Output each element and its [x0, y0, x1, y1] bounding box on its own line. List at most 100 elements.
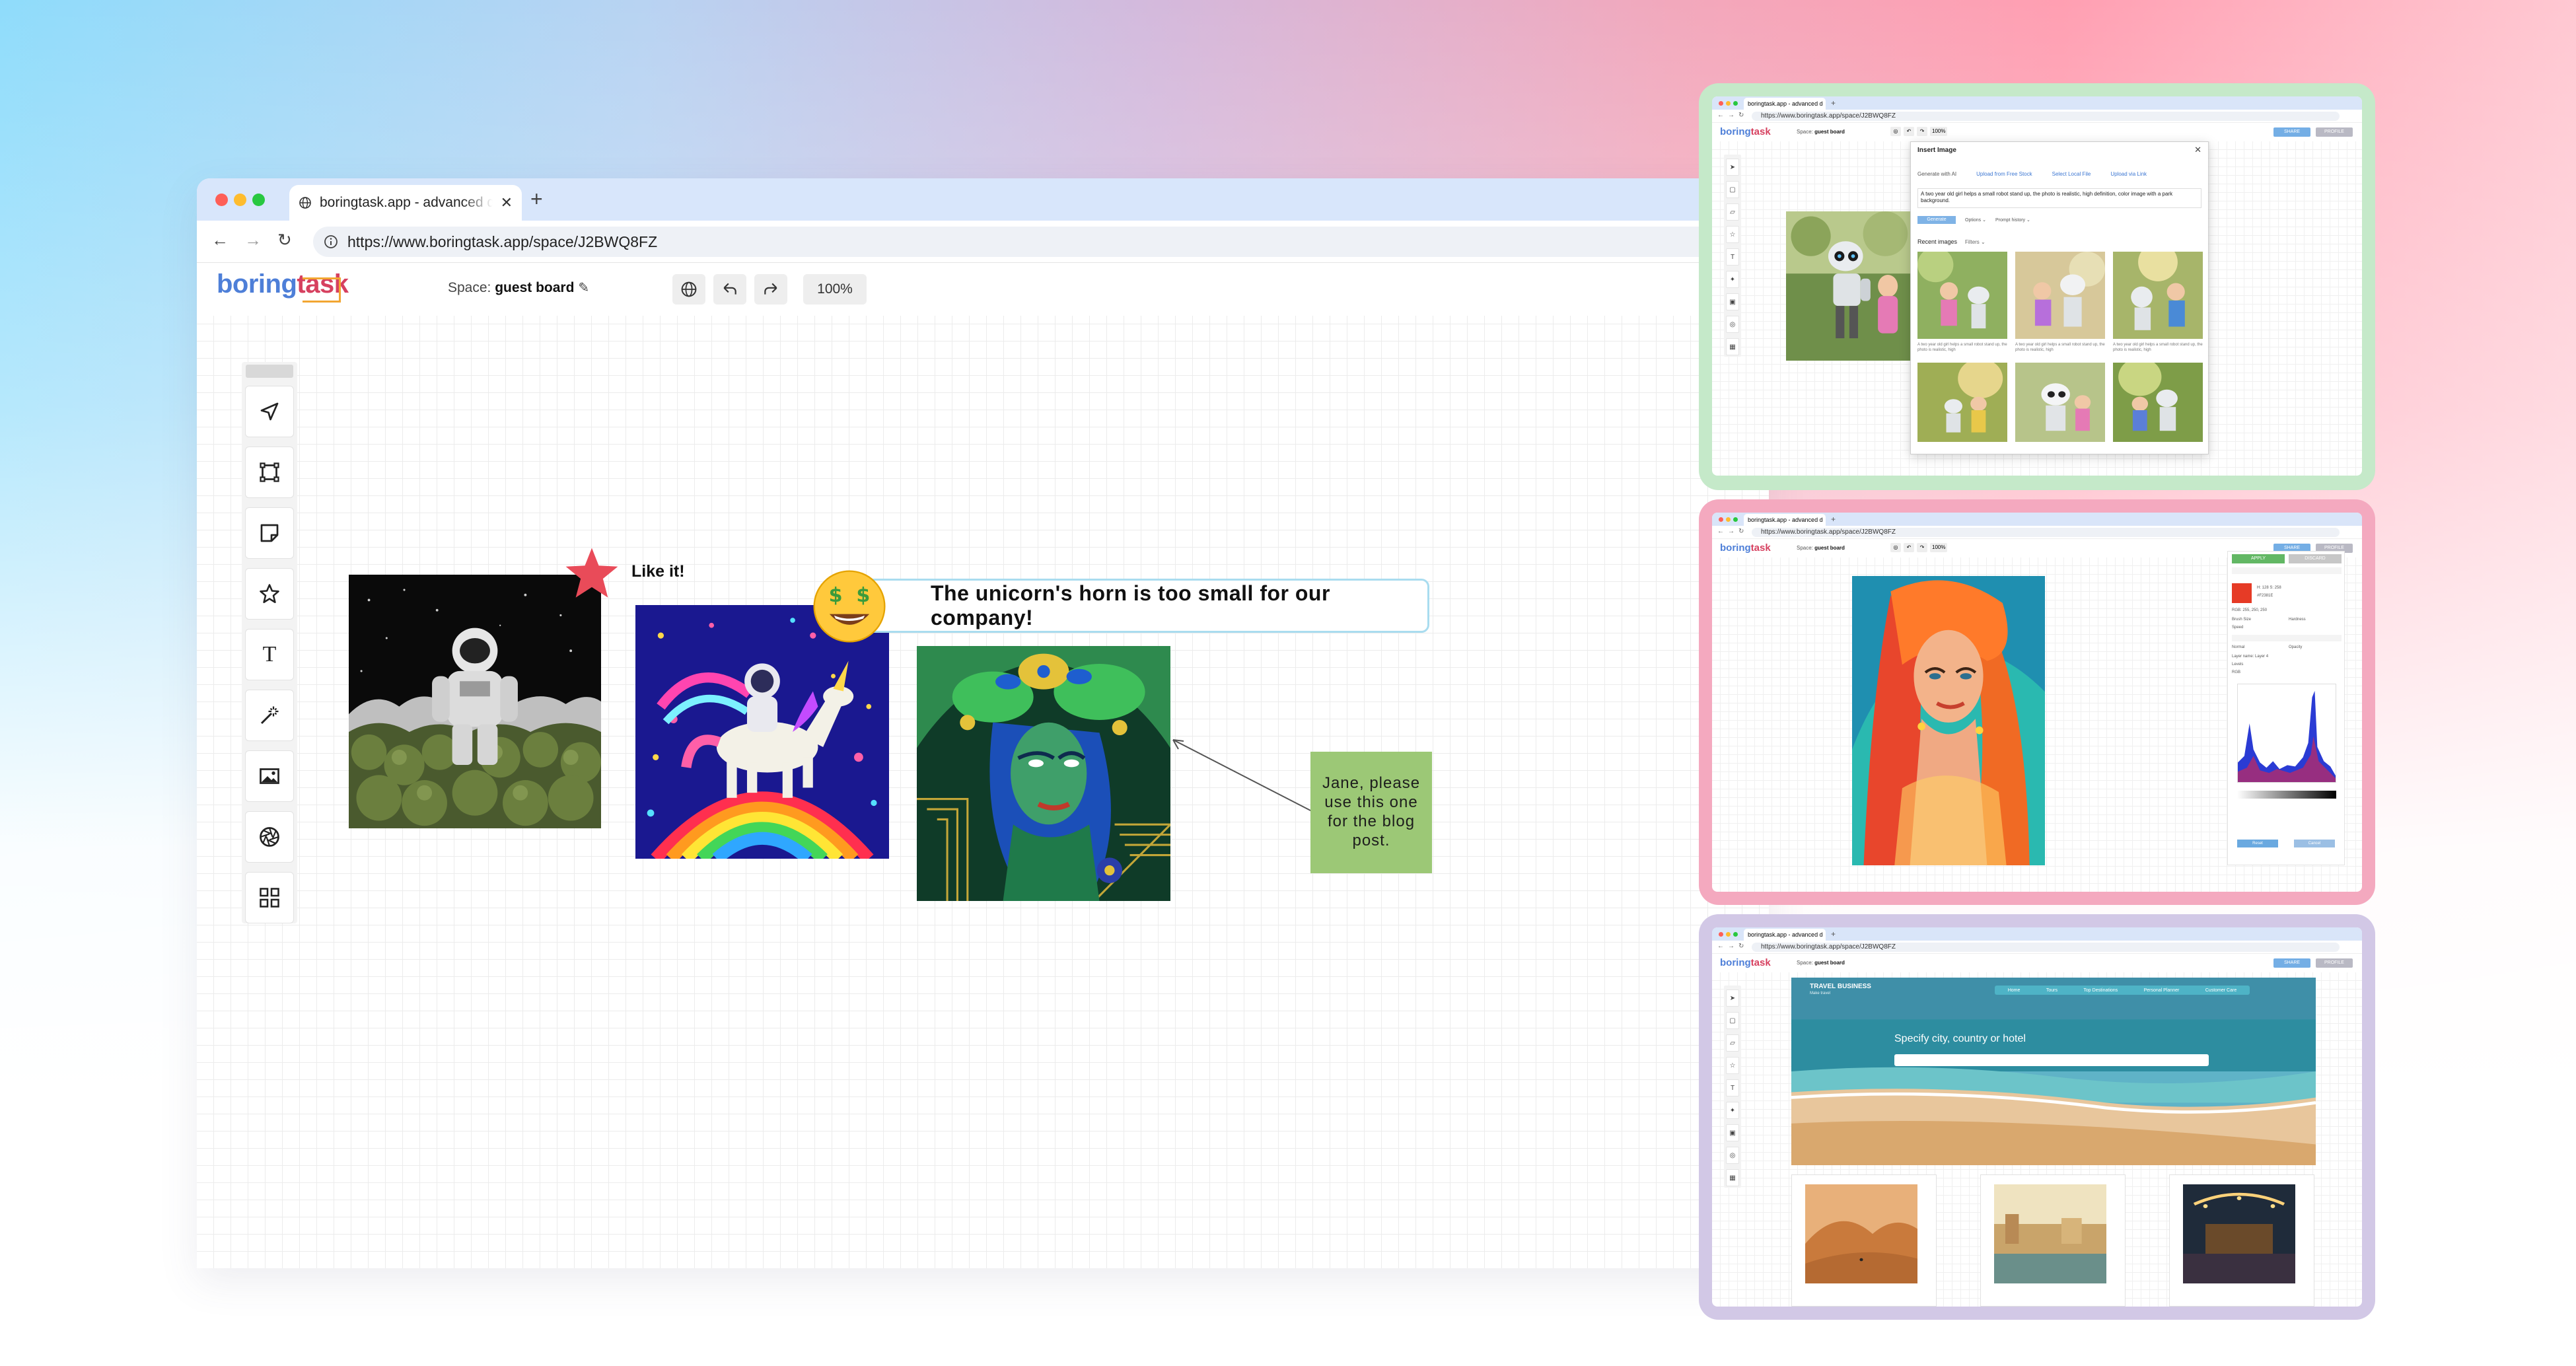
mini-new-tab: +	[1831, 98, 1836, 108]
mini-logo: boringtask	[1720, 957, 1771, 968]
apply-button: APPLY	[2232, 554, 2285, 563]
new-tab-button[interactable]: +	[530, 188, 543, 210]
window-close-dot[interactable]	[215, 194, 228, 206]
svg-text:$: $	[856, 584, 870, 607]
grid-layout-icon	[260, 888, 279, 908]
preview-card-image-editor: boringtask.app - advanced d + ←→↻ https:…	[1699, 499, 2375, 905]
shape-tool-button[interactable]	[245, 568, 294, 620]
mini-browser: boringtask.app - advanced d + ←→↻ https:…	[1712, 927, 2362, 1307]
toolbar-drag-handle[interactable]	[246, 365, 293, 378]
prompt-history-dropdown: Prompt history ⌄	[1995, 218, 2030, 223]
redo-icon	[764, 283, 777, 295]
tab-via-link: Upload via Link	[2110, 171, 2147, 177]
mini-header-buttons: ◎ ↶ ↷ 100%	[1890, 127, 1948, 136]
recent-images-heading: Recent images Filters ⌄	[1917, 238, 1986, 245]
mini-browser: boringtask.app - advanced d + ←→↻ https:…	[1712, 513, 2362, 892]
aperture-icon	[260, 827, 279, 847]
mini-tab-title: boringtask.app - advanced d	[1744, 514, 1826, 526]
mini-toolbar: ➤ ▢ ▱ ☆ T ✦ ▣ ◎ ▦	[1724, 155, 1741, 357]
hsl-readout: H: 128 S: 258	[2257, 586, 2281, 590]
travel-search-input	[1894, 1054, 2209, 1066]
magic-wand-tool-button[interactable]	[245, 690, 294, 741]
options-dropdown: Options ⌄	[1965, 218, 1986, 223]
mini-profile-button: PROFILE	[2316, 127, 2353, 137]
cancel-button: Cancel	[2294, 840, 2335, 847]
recent-thumb	[2015, 363, 2105, 442]
red-hair-woman-image	[1852, 576, 2045, 865]
tab-generate-ai: Generate with AI	[1917, 171, 1957, 177]
main-browser-window: boringtask.app - advanced d ✕ + ← → ↻ ht…	[197, 178, 1769, 1268]
rgb-readout: RGB: 255, 250, 250	[2232, 608, 2268, 612]
recent-thumb	[2015, 252, 2105, 339]
tab-strip: boringtask.app - advanced d ✕ +	[197, 178, 1769, 221]
star-annotation-icon[interactable]	[560, 544, 624, 604]
mini-canvas: APPLY DISCARD H: 128 S: 258 #F2381E RGB:…	[1712, 551, 2362, 892]
svg-text:$: $	[829, 584, 843, 607]
url-field[interactable]: https://www.boringtask.app/space/J2BWQ8F…	[313, 227, 1769, 257]
cursor-arrow-icon	[260, 402, 279, 421]
forward-arrow-icon[interactable]: →	[244, 230, 262, 250]
image-tool-button[interactable]	[245, 750, 294, 802]
reload-icon[interactable]: ↻	[277, 230, 292, 250]
levels-gradient	[2237, 791, 2336, 799]
whiteboard-canvas[interactable]: T Like it! The unicorn's horn is too sma…	[197, 316, 1769, 1268]
back-arrow-icon[interactable]: ←	[211, 230, 229, 250]
browser-tab[interactable]: boringtask.app - advanced d ✕	[289, 185, 522, 221]
like-it-label[interactable]: Like it!	[631, 562, 685, 581]
dialog-title: Insert Image	[1917, 147, 1956, 154]
frame-tool-button[interactable]	[245, 447, 294, 498]
destination-card	[1791, 1174, 1937, 1307]
dialog-tabs: Generate with AI Upload from Free Stock …	[1917, 171, 2147, 177]
sticky-note[interactable]: Jane, please use this one for the blog p…	[1310, 752, 1432, 873]
travel-nav: Home Tours Top Destinations Personal Pla…	[1995, 986, 2250, 995]
travel-hero: TRAVEL BUSINESS Make travel Home Tours T…	[1791, 978, 2316, 1165]
destination-card	[2169, 1174, 2314, 1307]
window-minimize-dot[interactable]	[234, 194, 246, 206]
text-icon: T	[262, 642, 277, 666]
select-tool-button[interactable]	[245, 386, 294, 437]
mini-tab-title: boringtask.app - advanced d	[1744, 98, 1826, 110]
destination-card	[1980, 1174, 2126, 1307]
sticky-note-tool-button[interactable]	[245, 507, 294, 559]
generate-button: Generate	[1917, 216, 1956, 224]
editor-panel: APPLY DISCARD H: 128 S: 258 #F2381E RGB:…	[2227, 551, 2345, 865]
globe-icon	[299, 197, 311, 209]
comment-bubble[interactable]: The unicorn's horn is too small for our …	[865, 579, 1429, 633]
layout-tool-button[interactable]	[245, 872, 294, 923]
recent-thumb	[1917, 363, 2007, 442]
mini-canvas: ➤ ▢ ▱ ☆ T ✦ ▣ ◎ ▦ TRAVEL BUSINESS Make travel Ho…	[1712, 972, 2362, 1307]
travel-brand: TRAVEL BUSINESS	[1810, 983, 1871, 990]
insert-image-dialog: Insert Image ✕ Generate with AI Upload f…	[1910, 141, 2209, 454]
sticky-note-icon	[260, 524, 279, 542]
edit-icon[interactable]: ✎	[578, 281, 589, 295]
prompt-textarea: A two year old girl helps a small robot …	[1917, 188, 2201, 208]
hex-readout: #F2381E	[2257, 594, 2273, 598]
site-info-icon[interactable]	[324, 234, 338, 249]
ai-tool-button[interactable]	[245, 811, 294, 863]
thumb-caption: A two year old girl helps a small robot …	[2015, 343, 2105, 352]
text-tool-button[interactable]: T	[245, 629, 294, 680]
frame-icon	[260, 462, 279, 482]
zoom-level[interactable]: 100%	[803, 274, 867, 305]
thumb-caption: A two year old girl helps a small robot …	[2113, 343, 2203, 352]
window-zoom-dot[interactable]	[252, 194, 265, 206]
dialog-close-icon: ✕	[2194, 145, 2201, 155]
travel-subtitle: Make travel	[1810, 991, 1831, 995]
peacock-woman-image[interactable]	[917, 646, 1170, 901]
astronaut-image[interactable]	[349, 575, 601, 828]
address-bar: ← → ↻ https://www.boringtask.app/space/J…	[197, 221, 1769, 263]
undo-button[interactable]	[713, 274, 746, 305]
connector-arrow[interactable]	[1168, 732, 1313, 824]
mini-profile-button: PROFILE	[2316, 958, 2353, 968]
space-name[interactable]: Space: guest board ✎	[448, 279, 589, 296]
reset-button: Reset	[2237, 840, 2278, 847]
tab-free-stock: Upload from Free Stock	[1976, 171, 2032, 177]
mini-logo: boringtask	[1720, 542, 1771, 554]
mini-url: https://www.boringtask.app/space/J2BWQ8F…	[1752, 528, 2340, 537]
globe-button[interactable]	[672, 274, 705, 305]
tab-close-icon[interactable]: ✕	[501, 194, 513, 211]
redo-button[interactable]	[754, 274, 787, 305]
globe-icon	[681, 281, 697, 297]
money-face-emoji-icon[interactable]: $ $	[811, 568, 888, 645]
recent-thumb	[2113, 363, 2203, 442]
